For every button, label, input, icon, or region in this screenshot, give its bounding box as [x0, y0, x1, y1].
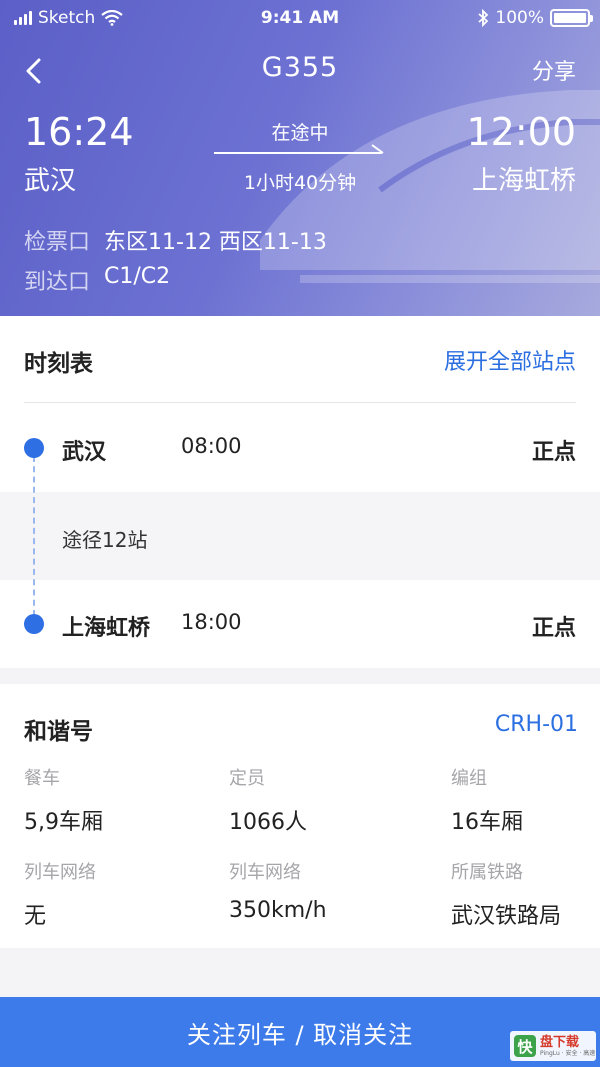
watermark-mark: 快	[514, 1035, 536, 1057]
expand-all-stations-link[interactable]: 展开全部站点	[444, 344, 576, 376]
spec-value: 武汉铁路局	[451, 904, 562, 929]
train-info-card: 和谐号 CRH-01 餐车 5,9车厢 定员 1066人 编组 16车厢 列车网…	[0, 684, 600, 948]
status-bar: Sketch 9:41 AM 100%	[0, 0, 600, 36]
spec-key: 列车网络	[229, 862, 301, 883]
ticket-gate-row: 检票口 东区11-12 西区11-13	[24, 224, 327, 256]
arrival-station: 上海虹桥	[471, 166, 576, 196]
spec-network: 列车网络 无	[24, 858, 96, 930]
via-stations-text: 途径12站	[62, 528, 148, 552]
spec-key: 餐车	[24, 768, 60, 789]
spec-formation: 编组 16车厢	[451, 764, 523, 836]
spec-speed: 列车网络 350km/h	[229, 858, 327, 923]
arrow-right-icon	[214, 144, 384, 154]
spec-capacity: 定员 1066人	[229, 764, 307, 836]
schedule-card: 时刻表 展开全部站点 途径12站 武汉 08:00 正点 上海虹桥 18:00 …	[0, 316, 600, 668]
ticket-gate-value: 东区11-12 西区11-13	[104, 230, 327, 255]
via-stations-row[interactable]: 途径12站	[0, 492, 600, 580]
spec-key: 列车网络	[24, 862, 96, 883]
stop-name: 武汉	[62, 440, 107, 465]
stop-time: 08:00	[181, 434, 242, 458]
arrival-time: 12:00	[466, 110, 576, 154]
stop-row-origin: 武汉 08:00 正点	[0, 404, 600, 492]
battery-icon	[550, 9, 593, 27]
schedule-title: 时刻表	[24, 351, 93, 377]
station-dot-icon	[24, 614, 44, 634]
station-dot-icon	[24, 438, 44, 458]
share-button[interactable]: 分享	[532, 54, 576, 86]
train-header: Sketch 9:41 AM 100% G355 分享 16:24 武汉 在途中…	[0, 0, 600, 316]
watermark-title: 盘下载	[540, 1034, 580, 1050]
train-model-link[interactable]: CRH-01	[495, 712, 578, 737]
stop-status: 正点	[531, 440, 576, 465]
stop-status: 正点	[531, 616, 576, 641]
navigation-bar: G355 分享	[0, 44, 600, 92]
stop-row-destination: 上海虹桥 18:00 正点	[0, 580, 600, 668]
battery-percent: 100%	[495, 8, 544, 28]
spec-key: 所属铁路	[451, 862, 523, 883]
spec-value: 无	[24, 904, 47, 929]
bluetooth-icon	[478, 9, 489, 27]
arrival-exit-value: C1/C2	[104, 264, 171, 289]
stop-time: 18:00	[181, 610, 242, 634]
divider	[24, 402, 576, 403]
spec-value: 5,9车厢	[24, 810, 103, 835]
trip-duration: 1小时40分钟	[243, 172, 357, 194]
departure-station: 武汉	[24, 166, 77, 196]
train-number-title: G355	[261, 52, 339, 83]
spec-key: 定员	[229, 768, 265, 789]
spec-railway-bureau: 所属铁路 武汉铁路局	[451, 858, 561, 930]
spec-dining-car: 餐车 5,9车厢	[24, 764, 103, 836]
arrival-exit-label: 到达口	[24, 270, 91, 295]
spec-value: 1066人	[229, 810, 307, 835]
train-type: 和谐号	[24, 719, 93, 745]
watermark-subtitle: PingLu · 安全 · 高速	[540, 1049, 596, 1057]
arrival-exit-row: 到达口 C1/C2	[24, 264, 170, 296]
ticket-gate-label: 检票口	[24, 230, 91, 255]
spec-value: 350km/h	[229, 898, 327, 923]
spec-key: 编组	[451, 768, 487, 789]
trip-status: 在途中	[271, 122, 329, 144]
watermark-logo: 快 盘下载 PingLu · 安全 · 高速	[510, 1031, 596, 1061]
spec-value: 16车厢	[451, 810, 523, 835]
stop-name: 上海虹桥	[62, 616, 151, 641]
departure-time: 16:24	[24, 110, 134, 154]
